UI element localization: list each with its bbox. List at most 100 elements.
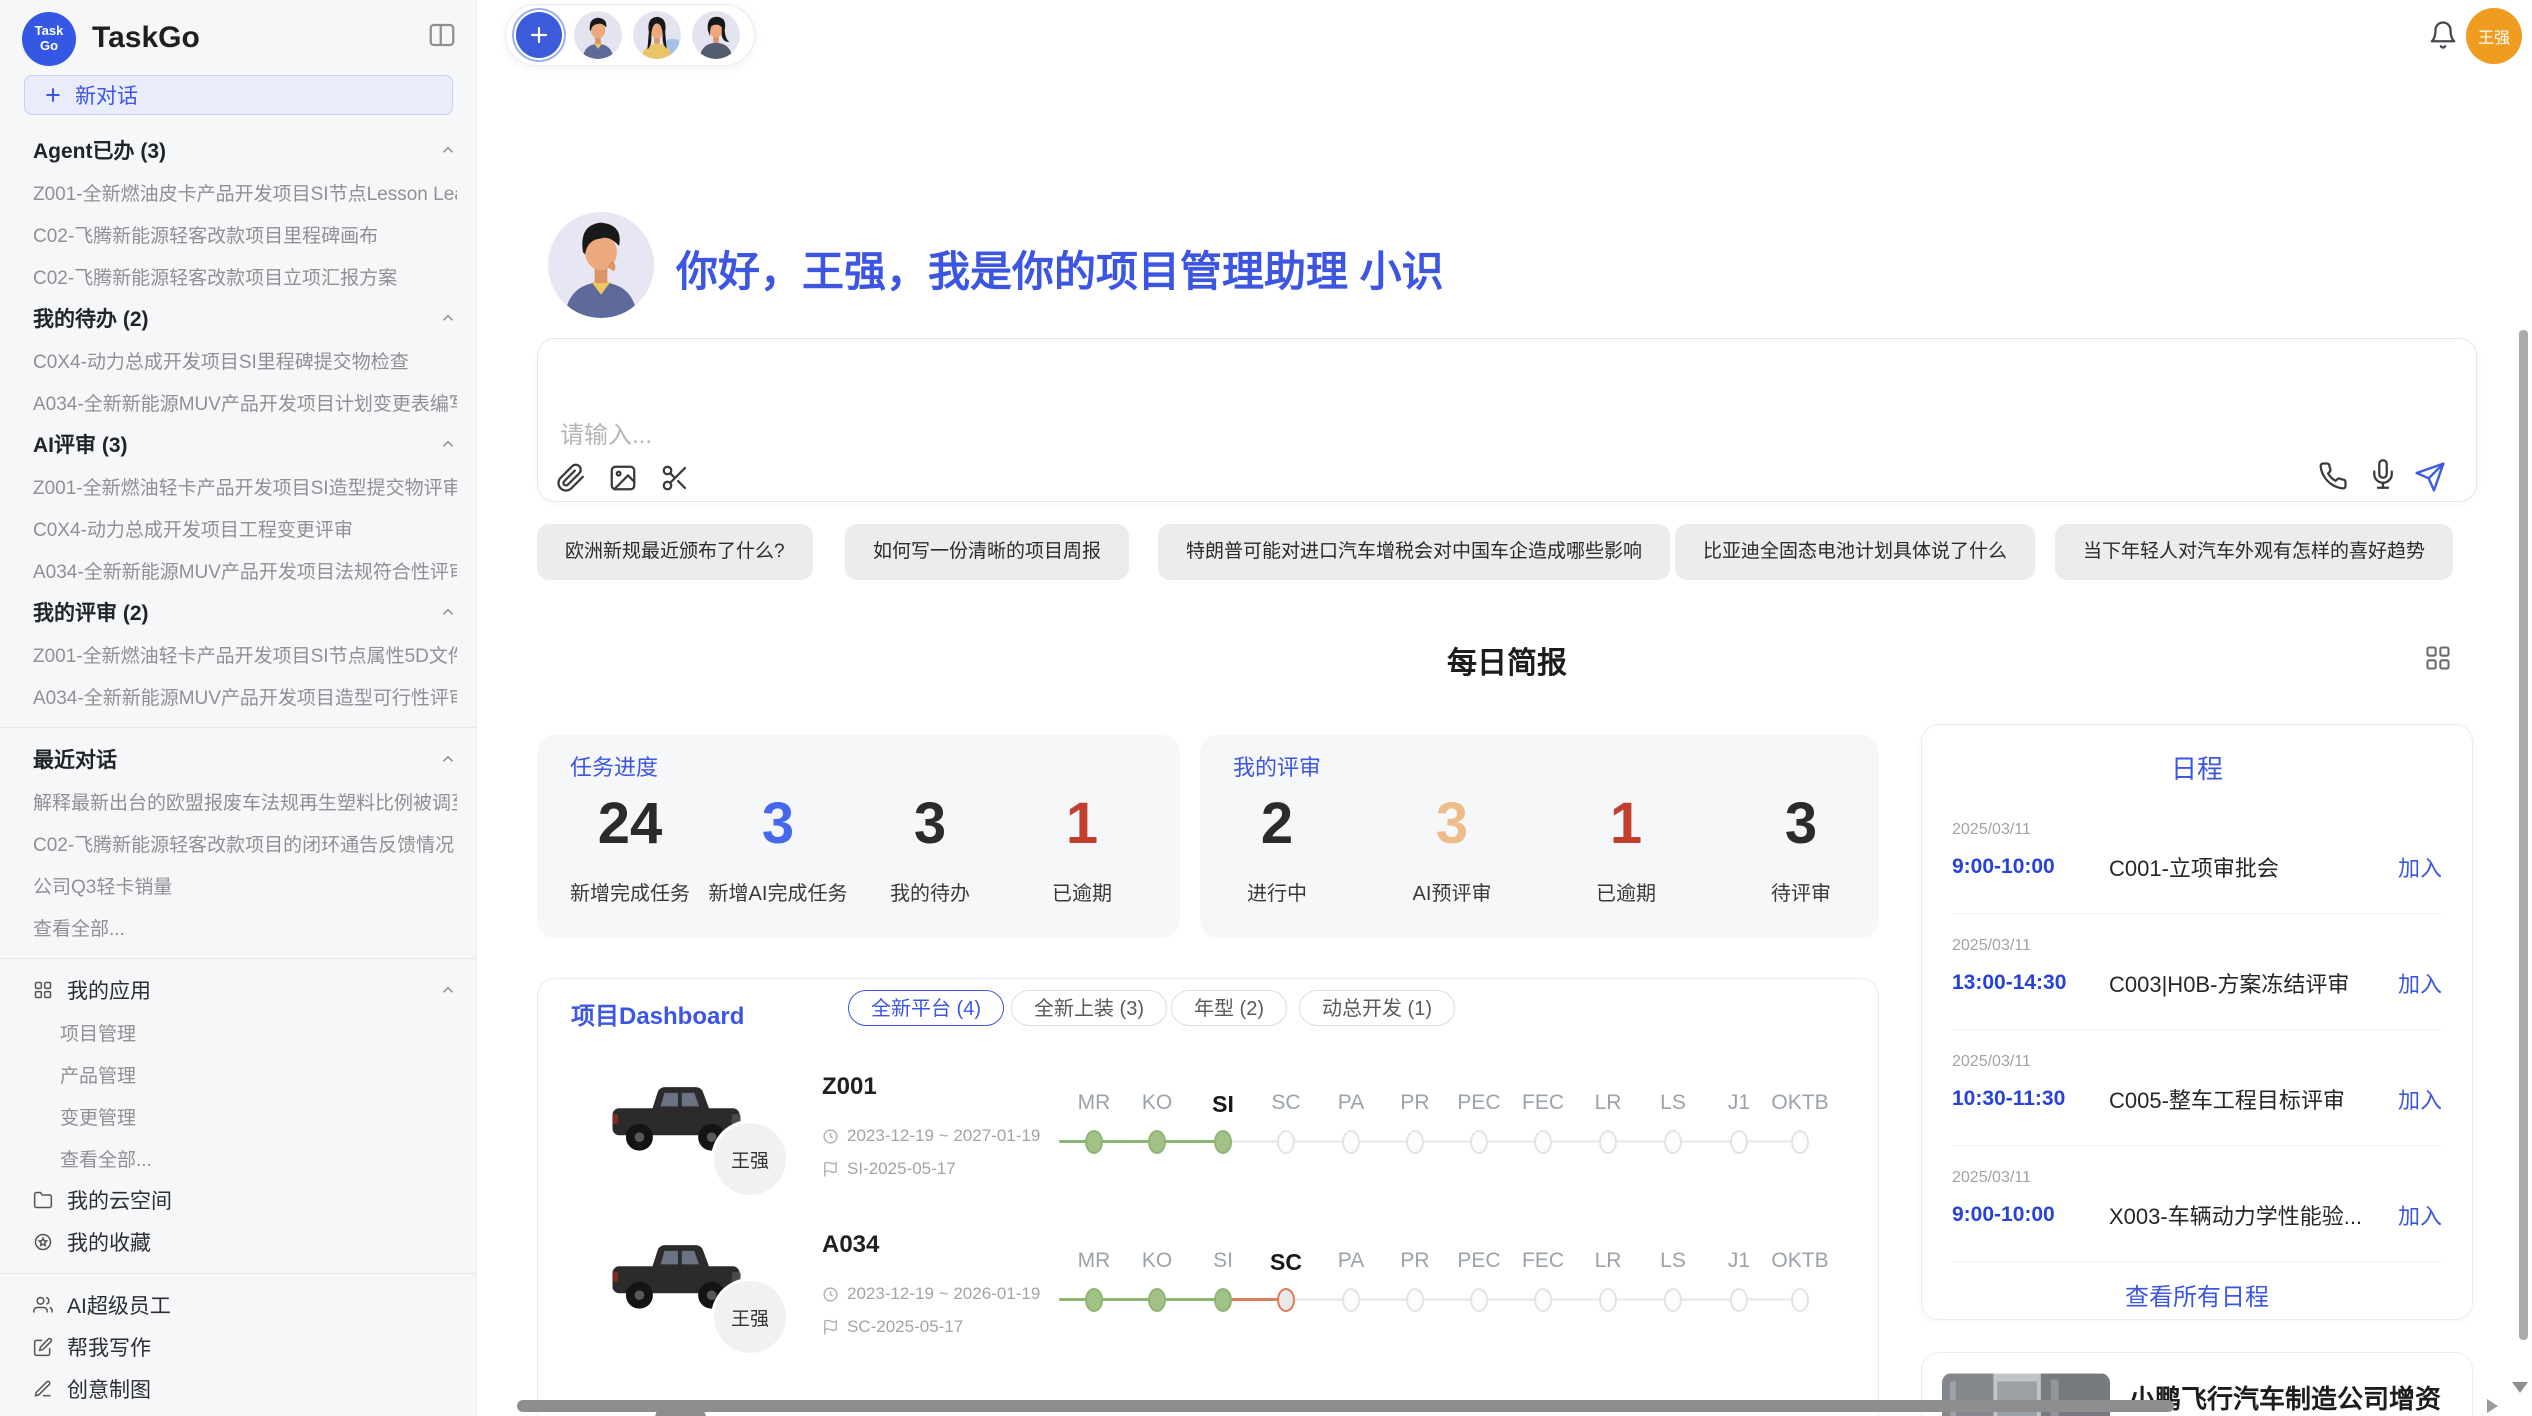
milestone-dot-oktb[interactable]: [1791, 1288, 1809, 1312]
milestone-dot-si[interactable]: [1214, 1130, 1232, 1154]
briefing-layout-icon[interactable]: [2424, 644, 2452, 672]
milestone-dot-j1[interactable]: [1730, 1288, 1748, 1312]
creative-drawing[interactable]: 创意制图: [0, 1368, 477, 1410]
schedule-time: 9:00-10:00: [1952, 1203, 2109, 1227]
sidebar-item[interactable]: Z001-全新燃油皮卡产品开发项目SI节点Lesson Learn报告: [0, 171, 477, 213]
logo-text-bottom: Go: [40, 39, 58, 54]
tab-powertrain[interactable]: 动总开发 (1): [1299, 990, 1455, 1026]
section-my-todo[interactable]: 我的待办 (2): [0, 297, 477, 339]
milestone-dot-sc[interactable]: [1277, 1130, 1295, 1154]
milestone-dot-oktb[interactable]: [1791, 1130, 1809, 1154]
milestone-dot-pec[interactable]: [1470, 1130, 1488, 1154]
milestone-dot-pa[interactable]: [1342, 1130, 1360, 1154]
chevron-up-icon[interactable]: [439, 981, 457, 999]
milestone-dot-ko[interactable]: [1148, 1130, 1166, 1154]
milestone-dot-ko[interactable]: [1148, 1288, 1166, 1312]
scroll-down-arrow-icon[interactable]: [2512, 1382, 2528, 1393]
sidebar-item[interactable]: A034-全新新能源MUV产品开发项目法规符合性评审: [0, 549, 477, 591]
app-item-change-mgmt[interactable]: 变更管理: [0, 1095, 477, 1137]
agent-avatar-2[interactable]: [633, 11, 681, 59]
app-title: TaskGo: [92, 21, 200, 55]
send-icon[interactable]: [2414, 461, 2444, 491]
agent-avatar-3[interactable]: [692, 11, 740, 59]
chevron-up-icon[interactable]: [439, 603, 457, 621]
milestone-dot-pr[interactable]: [1406, 1130, 1424, 1154]
attach-icon[interactable]: [556, 463, 586, 493]
sidebar-item[interactable]: C0X4-动力总成开发项目工程变更评审: [0, 507, 477, 549]
view-all-schedule-link[interactable]: 查看所有日程: [1922, 1277, 2472, 1312]
sidebar-item[interactable]: Z001-全新燃油轻卡产品开发项目SI节点属性5D文件评审: [0, 633, 477, 675]
suggestion-chip[interactable]: 如何写一份清晰的项目周报: [845, 524, 1129, 580]
milestone-dot-fec[interactable]: [1534, 1130, 1552, 1154]
chat-composer[interactable]: 请输入...: [537, 338, 2477, 502]
milestone-dot-pec[interactable]: [1470, 1288, 1488, 1312]
join-button[interactable]: 加入: [2398, 1083, 2442, 1115]
suggestion-chip[interactable]: 欧洲新规最近颁布了什么?: [537, 524, 813, 580]
chevron-up-icon[interactable]: [439, 435, 457, 453]
milestone-dot-pr[interactable]: [1406, 1288, 1424, 1312]
chevron-up-icon[interactable]: [439, 141, 457, 159]
scissors-icon[interactable]: [660, 463, 690, 493]
join-button[interactable]: 加入: [2398, 851, 2442, 883]
suggestion-chip[interactable]: 当下年轻人对汽车外观有怎样的喜好趋势: [2055, 524, 2453, 580]
sidebar-collapse-icon[interactable]: [427, 20, 457, 50]
milestone-dot-ls[interactable]: [1664, 1130, 1682, 1154]
schedule-item[interactable]: 2025/03/11 13:00-14:30 C003|H0B-方案冻结评审 加…: [1952, 937, 2442, 1029]
phone-icon[interactable]: [2318, 461, 2348, 491]
milestone-dot-mr[interactable]: [1085, 1288, 1103, 1312]
new-chat-button[interactable]: 新对话: [24, 75, 453, 115]
chevron-up-icon[interactable]: [439, 309, 457, 327]
app-item-product-mgmt[interactable]: 产品管理: [0, 1053, 477, 1095]
user-avatar[interactable]: 王强: [2466, 8, 2522, 64]
agent-avatar-1[interactable]: [574, 11, 622, 59]
sidebar-item[interactable]: Z001-全新燃油轻卡产品开发项目SI造型提交物评审: [0, 465, 477, 507]
schedule-item[interactable]: 2025/03/11 9:00-10:00 X003-车辆动力学性能验... 加…: [1952, 1169, 2442, 1261]
recent-chat-item[interactable]: 解释最新出台的欧盟报废车法规再生塑料比例被调至15%...: [0, 780, 477, 822]
tab-new-body[interactable]: 全新上装 (3): [1011, 990, 1167, 1026]
milestone-dot-pa[interactable]: [1342, 1288, 1360, 1312]
milestone-dot-si[interactable]: [1214, 1288, 1232, 1312]
section-my-review[interactable]: 我的评审 (2): [0, 591, 477, 633]
image-icon[interactable]: [608, 463, 638, 493]
milestone-dot-fec[interactable]: [1534, 1288, 1552, 1312]
my-cloud-space[interactable]: 我的云空间: [0, 1179, 477, 1221]
mic-icon[interactable]: [2368, 459, 2398, 489]
section-ai-review[interactable]: AI评审 (3): [0, 423, 477, 465]
milestone-dot-ls[interactable]: [1664, 1288, 1682, 1312]
join-button[interactable]: 加入: [2398, 1199, 2442, 1231]
milestone-dot-lr[interactable]: [1599, 1288, 1617, 1312]
suggestion-chip[interactable]: 特朗普可能对进口汽车增税会对中国车企造成哪些影响: [1158, 524, 1670, 580]
notification-bell-icon[interactable]: [2428, 20, 2458, 50]
schedule-item[interactable]: 2025/03/11 10:30-11:30 C005-整车工程目标评审 加入: [1952, 1053, 2442, 1145]
section-recent-chats[interactable]: 最近对话: [0, 738, 477, 780]
tab-all-new-platform[interactable]: 全新平台 (4): [848, 990, 1004, 1026]
suggestion-chip[interactable]: 比亚迪全固态电池计划具体说了什么: [1675, 524, 2035, 580]
scroll-right-arrow-icon[interactable]: [2487, 1399, 2498, 1413]
ai-super-staff[interactable]: AI超级员工: [0, 1284, 477, 1326]
help-me-write[interactable]: 帮我写作: [0, 1326, 477, 1368]
view-all-apps[interactable]: 查看全部...: [0, 1137, 477, 1179]
milestone-dot-mr[interactable]: [1085, 1130, 1103, 1154]
sidebar-item[interactable]: C02-飞腾新能源轻客改款项目立项汇报方案: [0, 255, 477, 297]
vertical-scrollbar[interactable]: [2519, 330, 2528, 1340]
milestone-dot-sc[interactable]: [1277, 1288, 1295, 1312]
schedule-item[interactable]: 2025/03/11 9:00-10:00 C001-立项审批会 加入: [1952, 821, 2442, 913]
view-all-chats[interactable]: 查看全部...: [0, 906, 477, 948]
recent-chat-item[interactable]: C02-飞腾新能源轻客改款项目的闭环通告反馈情况: [0, 822, 477, 864]
join-button[interactable]: 加入: [2398, 967, 2442, 999]
recent-chat-item[interactable]: 公司Q3轻卡销量: [0, 864, 477, 906]
horizontal-scrollbar[interactable]: [517, 1400, 2174, 1412]
section-agent-done[interactable]: Agent已办 (3): [0, 129, 477, 171]
milestone-dot-lr[interactable]: [1599, 1130, 1617, 1154]
add-agent-button[interactable]: [516, 12, 562, 58]
tab-year-model[interactable]: 年型 (2): [1171, 990, 1287, 1026]
my-favorites[interactable]: 我的收藏: [0, 1221, 477, 1263]
app-item-project-mgmt[interactable]: 项目管理: [0, 1011, 477, 1053]
chevron-up-icon[interactable]: [439, 750, 457, 768]
milestone-dot-j1[interactable]: [1730, 1130, 1748, 1154]
sidebar-item[interactable]: A034-全新新能源MUV产品开发项目计划变更表编写: [0, 381, 477, 423]
sidebar-item[interactable]: C02-飞腾新能源轻客改款项目里程碑画布: [0, 213, 477, 255]
sidebar-item[interactable]: C0X4-动力总成开发项目SI里程碑提交物检查: [0, 339, 477, 381]
section-my-apps[interactable]: 我的应用: [0, 969, 477, 1011]
sidebar-item[interactable]: A034-全新新能源MUV产品开发项目造型可行性评审: [0, 675, 477, 717]
